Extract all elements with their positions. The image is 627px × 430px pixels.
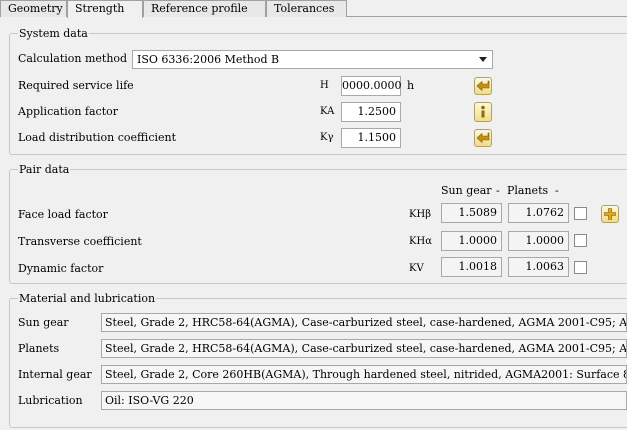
- transverse-coefficient-label: Transverse coefficient: [18, 235, 142, 248]
- dynamic-factor-sun[interactable]: 1.0018: [441, 257, 502, 277]
- app-factor-input[interactable]: 1.2500: [341, 102, 401, 122]
- service-life-unit: h: [407, 79, 415, 92]
- face-load-factor-symbol: KHβ: [409, 209, 431, 220]
- sun-gear-material-label: Sun gear: [18, 316, 69, 329]
- face-load-factor-add-button[interactable]: [601, 205, 619, 223]
- transverse-coefficient-checkbox[interactable]: [574, 234, 587, 247]
- internal-gear-material-field[interactable]: Steel, Grade 2, Core 260HB(AGMA), Throug…: [101, 365, 627, 384]
- tab-geometry[interactable]: Geometry: [0, 0, 67, 17]
- col-header-separator: -: [496, 184, 500, 197]
- dynamic-factor-label: Dynamic factor: [18, 262, 104, 275]
- load-dist-symbol: Kγ: [320, 132, 334, 143]
- pair-data-title: Pair data: [18, 163, 71, 176]
- tab-reference-profile[interactable]: Reference profile: [143, 0, 266, 17]
- tab-tolerances[interactable]: Tolerances: [266, 0, 347, 17]
- planets-material-label: Planets: [18, 342, 60, 355]
- system-data-title: System data: [18, 27, 89, 40]
- plus-icon: [604, 208, 616, 220]
- arrow-left-icon: [476, 80, 490, 92]
- service-life-arrow-button[interactable]: [474, 77, 492, 95]
- app-factor-symbol: KA: [320, 106, 335, 117]
- calc-method-label: Calculation method: [18, 52, 128, 65]
- col-header-sun-gear: Sun gear: [441, 184, 492, 197]
- app-factor-label: Application factor: [18, 105, 119, 118]
- face-load-factor-planets[interactable]: 1.0762: [508, 203, 569, 223]
- arrow-left-icon: [476, 132, 490, 144]
- face-load-factor-label: Face load factor: [18, 208, 108, 221]
- info-icon: [481, 105, 485, 118]
- tab-strength[interactable]: Strength: [67, 0, 143, 18]
- dynamic-factor-planets[interactable]: 1.0063: [508, 257, 569, 277]
- lubrication-label: Lubrication: [18, 394, 83, 407]
- transverse-coefficient-planets[interactable]: 1.0000: [508, 231, 569, 251]
- tab-bar: Geometry Strength Reference profile Tole…: [0, 0, 627, 18]
- dynamic-factor-checkbox[interactable]: [574, 261, 587, 274]
- transverse-coefficient-sun[interactable]: 1.0000: [441, 231, 502, 251]
- service-life-label: Required service life: [18, 79, 134, 92]
- calc-method-value: ISO 6336:2006 Method B: [137, 53, 280, 66]
- material-lubrication-title: Material and lubrication: [18, 292, 157, 305]
- service-life-input[interactable]: 0000.0000: [341, 76, 402, 96]
- transverse-coefficient-symbol: KHα: [409, 236, 432, 247]
- lubrication-field[interactable]: Oil: ISO-VG 220: [101, 391, 627, 410]
- col-header-end: -: [555, 184, 559, 197]
- face-load-factor-sun[interactable]: 1.5089: [441, 203, 502, 223]
- dynamic-factor-symbol: KV: [409, 263, 424, 274]
- internal-gear-material-label: Internal gear: [18, 368, 92, 381]
- load-dist-arrow-button[interactable]: [474, 129, 492, 147]
- planets-material-field[interactable]: Steel, Grade 2, HRC58-64(AGMA), Case-car…: [101, 339, 627, 358]
- face-load-factor-checkbox[interactable]: [574, 207, 587, 220]
- service-life-symbol: H: [320, 80, 329, 91]
- load-dist-label: Load distribution coefficient: [18, 131, 177, 144]
- load-dist-input[interactable]: 1.1500: [341, 128, 401, 148]
- sun-gear-material-field[interactable]: Steel, Grade 2, HRC58-64(AGMA), Case-car…: [101, 313, 627, 332]
- col-header-planets: Planets: [507, 184, 549, 197]
- app-factor-info-button[interactable]: [474, 102, 492, 122]
- calc-method-select[interactable]: ISO 6336:2006 Method B: [132, 50, 493, 69]
- chevron-down-icon: [479, 57, 487, 62]
